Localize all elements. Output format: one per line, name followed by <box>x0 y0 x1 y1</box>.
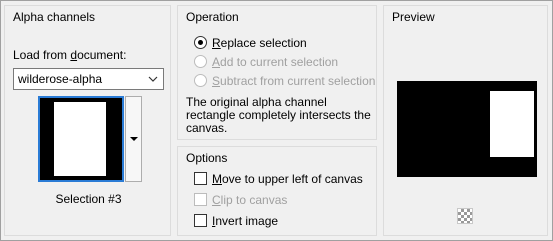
radio-button[interactable] <box>194 36 207 49</box>
options-title: Options <box>184 151 230 165</box>
replace-selection-label: Replace selection <box>212 36 307 50</box>
radio-button[interactable] <box>194 55 207 68</box>
move-to-upper-left-label: Move to upper left of canvas <box>212 172 363 186</box>
checkbox[interactable] <box>194 172 207 185</box>
preview-group: Preview <box>383 5 548 236</box>
invert-image-label: Invert image <box>212 214 279 228</box>
document-select-value: wilderose-alpha <box>18 72 103 86</box>
operation-info-text: The original alpha channel rectangle com… <box>186 95 371 135</box>
selection-thumbnail-shape <box>54 102 106 176</box>
radio-button[interactable] <box>194 74 207 87</box>
checkerboard-icon[interactable] <box>457 208 473 224</box>
chevron-down-icon <box>148 76 158 82</box>
checkbox[interactable] <box>194 214 207 227</box>
load-from-document-label: Load from document: <box>13 48 127 62</box>
selection-thumbnail[interactable] <box>38 96 124 182</box>
add-to-selection-label: Add to current selection <box>212 55 339 69</box>
selection-dropdown-button[interactable] <box>125 96 142 182</box>
options-group: Options Move to upper left of canvas Cli… <box>177 146 377 236</box>
checkbox[interactable] <box>194 193 207 206</box>
preview-title: Preview <box>390 10 437 24</box>
alpha-channels-group: Alpha channels Load from document: wilde… <box>4 5 171 236</box>
operation-title: Operation <box>184 10 241 24</box>
preview-canvas <box>397 81 537 177</box>
operation-group: Operation Replace selection Add to curre… <box>177 5 377 140</box>
alpha-channels-title: Alpha channels <box>11 10 98 24</box>
preview-selection-shape <box>490 91 534 157</box>
document-select[interactable]: wilderose-alpha <box>13 68 164 90</box>
dropdown-arrow-icon <box>130 137 138 141</box>
selection-caption: Selection #3 <box>55 192 122 206</box>
clip-to-canvas-label: Clip to canvas <box>212 193 288 207</box>
subtract-from-selection-label: Subtract from current selection <box>212 74 376 88</box>
